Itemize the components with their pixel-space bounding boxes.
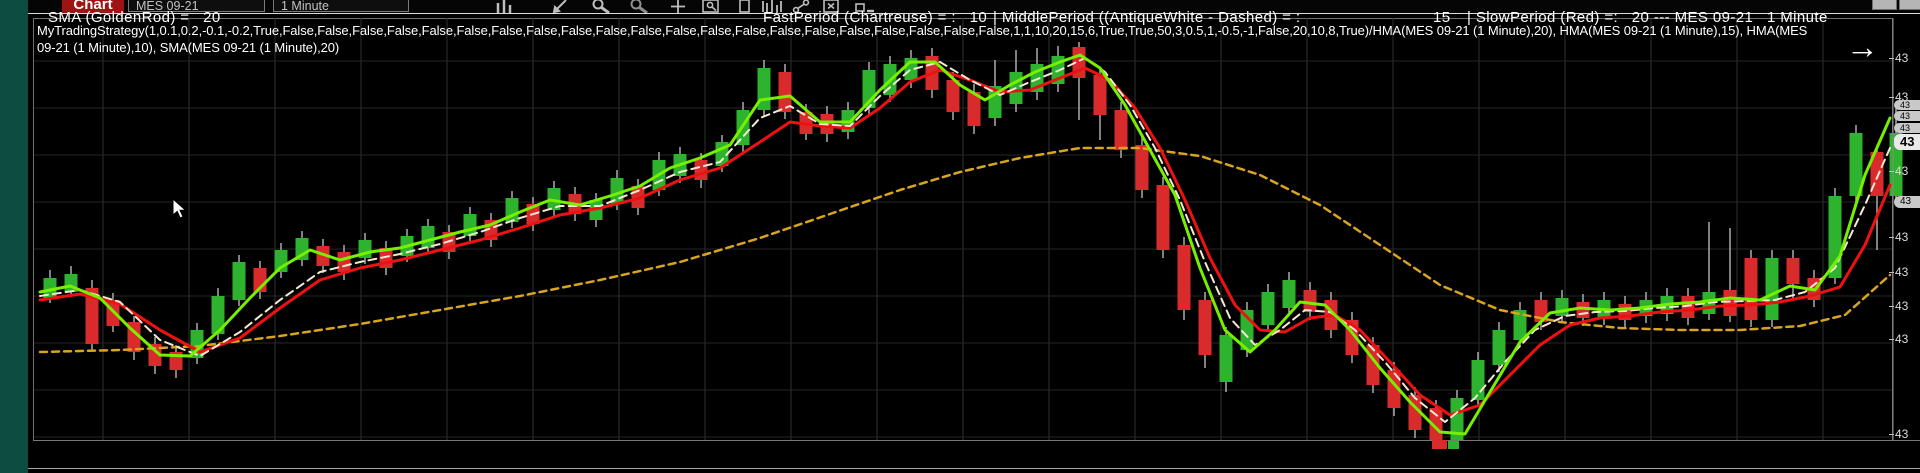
- candle-body: [1450, 398, 1464, 444]
- overlay-line-hma-red-20: [38, 66, 1892, 417]
- candle-body: [1261, 292, 1275, 325]
- strategy-title-line2: 09-21 (1 Minute),10), SMA(MES 09-21 (1 M…: [37, 40, 340, 55]
- status-bar: [33, 440, 1920, 469]
- axis-price-badge: 43: [1894, 196, 1920, 208]
- candle-body: [232, 262, 246, 300]
- status-fast-period: FastPeriod (Chartreuse) = : 10: [763, 9, 988, 26]
- axis-tick-mark: [1889, 237, 1894, 238]
- axis-price-badge: 43: [1894, 123, 1920, 133]
- mouse-cursor: [172, 198, 187, 219]
- candle-body: [1786, 258, 1800, 284]
- axis-tick-label: 43: [1895, 230, 1909, 244]
- overlay-line-hma-chartreuse-10: [38, 53, 1892, 436]
- axis-tick-label: 43: [1895, 164, 1909, 178]
- axis-price-badge: 43: [1894, 111, 1920, 121]
- candle-body: [1114, 110, 1128, 150]
- overlay-line-hma-antiquewhite-15: [39, 57, 1891, 423]
- window-bottom-border: [28, 468, 1920, 469]
- candle-body: [757, 68, 771, 110]
- candle-body: [1156, 185, 1170, 250]
- trading-app-window: Chart MES 09-21 ▼ 1 Minute ▼: [0, 0, 1920, 473]
- candle-body: [694, 160, 708, 180]
- candle-body: [1744, 258, 1758, 320]
- candle-body: [1765, 258, 1779, 320]
- status-slow-period: | SlowPeriod (Red) =: 20 --- MES 09-21 1…: [1467, 9, 1828, 26]
- axis-price-badge: 43: [1894, 100, 1920, 110]
- candle-body: [946, 80, 960, 112]
- candle-body: [1198, 300, 1212, 355]
- scroll-to-end-arrow-icon[interactable]: →: [1846, 28, 1879, 66]
- axis-tick-label: 43: [1895, 332, 1909, 346]
- candle-body: [1219, 335, 1233, 382]
- candle-body: [1093, 75, 1107, 115]
- candle-fragment: [1448, 441, 1459, 449]
- status-middle-period: | MiddlePeriod ((AntiqueWhite - Dashed) …: [993, 9, 1301, 26]
- candle-fragment: [1432, 440, 1447, 449]
- candle-body: [1303, 290, 1317, 312]
- candle-body: [1723, 290, 1737, 316]
- candle-body: [337, 252, 351, 272]
- candle-body: [1471, 360, 1485, 400]
- candle-body: [1135, 145, 1149, 190]
- axis-tick-mark: [1889, 306, 1894, 307]
- axis-tick-mark: [1889, 434, 1894, 435]
- axis-tick-label: 43: [1895, 427, 1909, 441]
- axis-tick-label: 43: [1895, 51, 1909, 65]
- candle-body: [421, 226, 435, 248]
- candle-body: [1555, 298, 1569, 316]
- axis-tick-mark: [1889, 97, 1894, 98]
- axis-tick-label: 43: [1895, 299, 1909, 313]
- axis-tick-mark: [1889, 272, 1894, 273]
- candle-body: [1492, 330, 1506, 365]
- axis-tick-mark: [1889, 171, 1894, 172]
- axis-tick-mark: [1889, 58, 1894, 59]
- axis-tick-mark: [1889, 339, 1894, 340]
- axis-tick-label: 43: [1895, 265, 1909, 279]
- status-sma-goldenrod: SMA (GoldenRod) = 20: [48, 9, 221, 26]
- strategy-title: MyTradingStrategy(1,0.1,0.2,-0.1,-0.2,Tr…: [37, 22, 1852, 56]
- candlestick-chart[interactable]: [0, 0, 1920, 473]
- status-middle-value: 15: [1433, 9, 1451, 26]
- candle-body: [1282, 280, 1296, 308]
- candle-body: [1177, 245, 1191, 310]
- axis-price-badge-current: 43: [1894, 134, 1920, 150]
